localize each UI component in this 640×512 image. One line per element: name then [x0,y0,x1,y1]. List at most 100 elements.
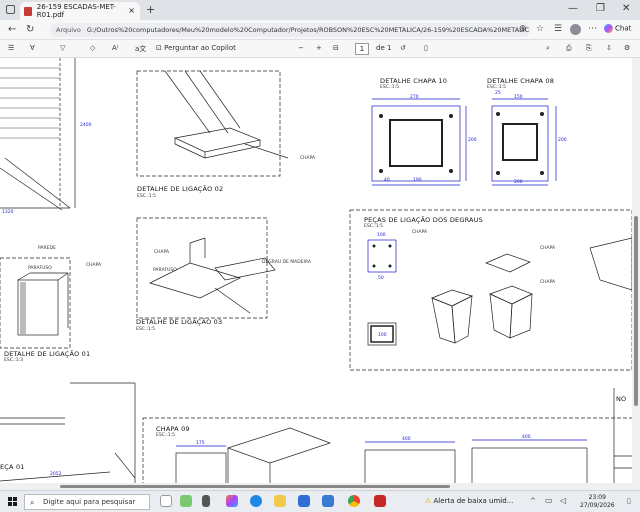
photos-icon[interactable] [322,495,334,507]
vertical-scroll-thumb[interactable] [634,216,638,406]
profile-avatar[interactable] [570,24,581,35]
refresh-icon[interactable]: ↻ [26,24,34,35]
vertical-scrollbar[interactable] [632,58,640,490]
edge-icon[interactable] [250,495,262,507]
maximize-button[interactable]: ❐ [596,3,605,14]
clock-time: 23:09 [588,494,606,501]
scale-chapa-10: ESC.:1:5 [380,85,400,90]
ask-copilot-button[interactable]: ⊡ Perguntar ao Copilot [156,44,236,52]
notification-icon[interactable]: ▯ [627,497,631,505]
settings-icon[interactable]: ⚙ [624,44,630,52]
widgets-icon[interactable] [180,495,192,507]
url-input[interactable]: Arquivo G:/Outros%20computadores/Meu%20m… [50,23,530,37]
draw-icon[interactable]: ▽ [60,44,65,52]
weather-alert[interactable]: ⚠ Alerta de baixa umid... [425,497,513,505]
label-chapa-09: CHAPA 09 [156,425,190,433]
highlight-icon[interactable]: ∀ [30,44,35,52]
search-placeholder: Digite aqui para pesquisar [43,498,136,506]
callout-chapa-01: CHAPA [86,263,102,268]
copilot-label: Perguntar ao Copilot [164,44,236,52]
new-tab-button[interactable]: + [146,3,155,16]
label-peca-01: EÇA 01 [0,463,25,471]
dim-270: 270 [410,95,419,100]
scale-chapa-08: ESC.:1:5 [487,85,507,90]
callout-chapa-03: CHAPA [154,250,170,255]
save-icon[interactable]: ⎘ [586,44,592,53]
apps-icon[interactable] [202,495,210,507]
chat-label: Chat [615,24,632,33]
minimize-button[interactable]: — [568,3,578,14]
close-window-button[interactable]: ✕ [622,3,630,14]
tab-pdf-document[interactable]: 26-159 ESCADAS-MET-R01.pdf × [20,2,140,20]
volume-icon[interactable]: ◁ [560,496,566,505]
contents-icon[interactable]: ☰ [8,44,14,52]
dim-400-a: 400 [402,437,411,442]
callout-chapa-pecas-2: CHAPA [540,246,556,251]
zoom-in-button[interactable]: + [316,44,322,52]
acrobat-icon[interactable] [374,495,386,507]
dim-200-08-v: 200 [558,138,567,143]
favorites-icon[interactable]: ☰ [554,24,562,34]
technical-drawing [0,58,632,490]
callout-parafuso-01: PARAFUSO [28,266,52,271]
network-icon[interactable]: ▭ [545,496,553,505]
save-as-icon[interactable]: ⇩ [606,44,612,52]
fit-page-icon[interactable]: ⊟ [333,44,339,52]
address-bar: ← ↻ Arquivo G:/Outros%20computadores/Meu… [0,20,640,40]
scale-pecas: ESC.:1:5 [364,224,384,229]
translate-icon[interactable]: a文 [135,44,146,54]
pdf-icon [24,6,32,16]
dim-50: 50 [378,276,384,281]
copilot-icon [604,24,613,33]
label-detalhe-ligacao-03: DETALHE DE LIGAÇÃO 03 [136,318,223,326]
page-total: de 1 [376,44,392,52]
dim-200-08: 200 [514,180,523,185]
tab-title: 26-159 ESCADAS-MET-R01.pdf [36,3,116,19]
print-icon[interactable]: ⎙ [566,44,572,53]
outlook-icon[interactable] [298,495,310,507]
callout-degrau: DEGRAU DE MADEIRA [262,260,311,265]
eraser-icon[interactable]: ◇ [90,44,95,52]
scale-01: ESC.:1:3 [4,358,24,363]
scale-chapa-09: ESC.:1:5 [156,433,176,438]
pdf-canvas[interactable]: DETALHE DE LIGAÇÃO 02 ESC.:1:5 DETALHE D… [0,58,632,490]
dim-1320: 1320 [2,210,14,215]
favorite-star-icon[interactable]: ☆ [536,24,544,34]
copilot-chat-button[interactable]: Chat [604,24,631,33]
rotate-icon[interactable]: ↺ [400,44,406,52]
zoom-out-button[interactable]: − [298,44,304,52]
search-icon[interactable]: ⌕ [546,44,550,53]
copilot-taskbar-icon[interactable] [226,495,238,507]
windows-start-icon[interactable] [8,497,17,506]
callout-chapa-02: CHAPA [300,156,316,161]
horizontal-scroll-thumb[interactable] [60,485,450,488]
callout-chapa-pecas: CHAPA [412,230,428,235]
label-notes: NO [616,395,627,403]
file-explorer-icon[interactable] [274,495,286,507]
zoom-icon[interactable]: ⊕ [519,24,527,34]
taskbar-search-input[interactable]: ⌕ Digite aqui para pesquisar [24,494,150,510]
dim-200-10: 200 [468,138,477,143]
horizontal-scrollbar[interactable] [0,483,632,490]
url-scheme-label: Arquivo [56,26,81,34]
close-tab-icon[interactable]: × [128,6,135,15]
menu-dots-icon[interactable]: ⋯ [588,24,597,34]
scale-02: ESC.:1:5 [137,194,157,199]
tab-actions-icon[interactable] [6,5,15,14]
tray-chevron-icon[interactable]: ^ [530,497,536,505]
dim-2052: 2052 [50,472,62,477]
page-number-input[interactable]: 1 [355,43,369,55]
label-chapa-08: DETALHE CHAPA 08 [487,77,555,85]
back-icon[interactable]: ← [8,24,16,35]
chrome-icon[interactable] [348,495,360,507]
callout-parede: PAREDE [38,246,56,251]
page-view-icon[interactable]: ▯ [424,44,428,52]
read-aloud-icon[interactable]: A⁾ [112,44,119,52]
pdf-toolbar: ☰ ∀ ▽ ◇ A⁾ a文 ⊡ Perguntar ao Copilot − +… [0,40,640,58]
dim-150: 150 [514,95,523,100]
tab-bar: 26-159 ESCADAS-MET-R01.pdf × + — ❐ ✕ [0,0,640,20]
system-clock[interactable]: 23:09 27/09/2026 [580,494,615,510]
dim-400-b: 400 [522,435,531,440]
clock-date: 27/09/2026 [580,502,615,509]
task-view-icon[interactable] [160,495,172,507]
